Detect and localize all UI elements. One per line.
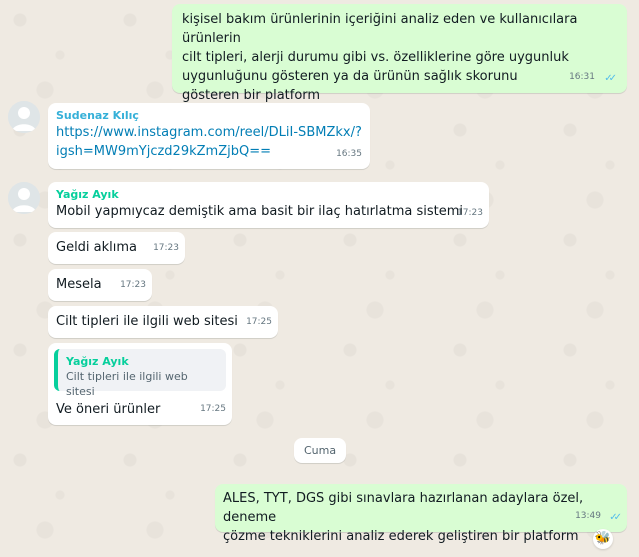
double-check-icon: ✓✓ [609, 512, 622, 523]
date-divider: Cuma [294, 438, 347, 463]
default-avatar-icon [8, 101, 40, 133]
message-text: Cilt tipleri ile ilgili web sitesi [56, 314, 238, 329]
incoming-message[interactable]: Cilt tipleri ile ilgili web sitesi 17:25 [48, 306, 278, 338]
message-text-line: kişisel bakım ürünlerinin içeriğini anal… [182, 12, 578, 46]
message-link-line[interactable]: igsh=MW9mYjczd29kZmZjbQ== [56, 142, 271, 161]
incoming-reply-message[interactable]: Yağız Ayık Cilt tipleri ile ilgili web s… [48, 343, 232, 425]
message-time: 16:31 [569, 72, 595, 82]
sender-avatar[interactable] [8, 101, 40, 133]
quoted-text: Cilt tipleri ile ilgili web sitesi [66, 370, 188, 398]
outgoing-message[interactable]: kişisel bakım ürünlerinin içeriğini anal… [172, 4, 627, 103]
default-avatar-icon [8, 182, 40, 214]
incoming-message[interactable]: Yağız Ayık Mobil yapmıycaz demiştik ama … [48, 182, 489, 228]
message-text-line: cilt tipleri, alerji durumu gibi vs. öze… [182, 50, 569, 65]
message-text: Ve öneri ürünler [56, 402, 161, 417]
message-text: Mobil yapmıycaz demiştik ama basit bir i… [56, 204, 463, 219]
message-sender: Sudenaz Kılıç [56, 109, 139, 122]
message-text-line: ALES, TYT, DGS gibi sınavlara hazırlanan… [223, 491, 584, 525]
message-time: 16:35 [336, 149, 362, 159]
message-time: 17:23 [153, 243, 179, 253]
message-time: 17:23 [457, 208, 483, 218]
message-time: 17:23 [120, 280, 146, 290]
message-text-line: çözme tekniklerini analiz ederek gelişti… [223, 529, 579, 544]
message-link-line[interactable]: https://www.instagram.com/reel/DLiI-SBMZ… [56, 123, 362, 142]
incoming-message[interactable]: Sudenaz Kılıç https://www.instagram.com/… [48, 103, 370, 169]
quoted-sender: Yağız Ayık [66, 355, 129, 368]
outgoing-message[interactable]: ALES, TYT, DGS gibi sınavlara hazırlanan… [215, 484, 627, 544]
incoming-message[interactable]: Geldi aklıma 17:23 [48, 232, 185, 264]
message-sender: Yağız Ayık [56, 188, 119, 201]
message-time: 13:49 [575, 511, 601, 521]
incoming-message[interactable]: Mesela 17:23 [48, 269, 152, 301]
message-reaction[interactable]: 🐝 [593, 529, 613, 549]
message-time: 17:25 [246, 317, 272, 327]
message-time: 17:25 [200, 404, 226, 414]
message-text-line: uygunluğunu gösteren ya da ürünün sağlık… [182, 69, 518, 84]
sender-avatar[interactable] [8, 182, 40, 214]
double-check-icon: ✓✓ [604, 73, 617, 84]
quoted-message[interactable]: Yağız Ayık Cilt tipleri ile ilgili web s… [54, 349, 226, 398]
